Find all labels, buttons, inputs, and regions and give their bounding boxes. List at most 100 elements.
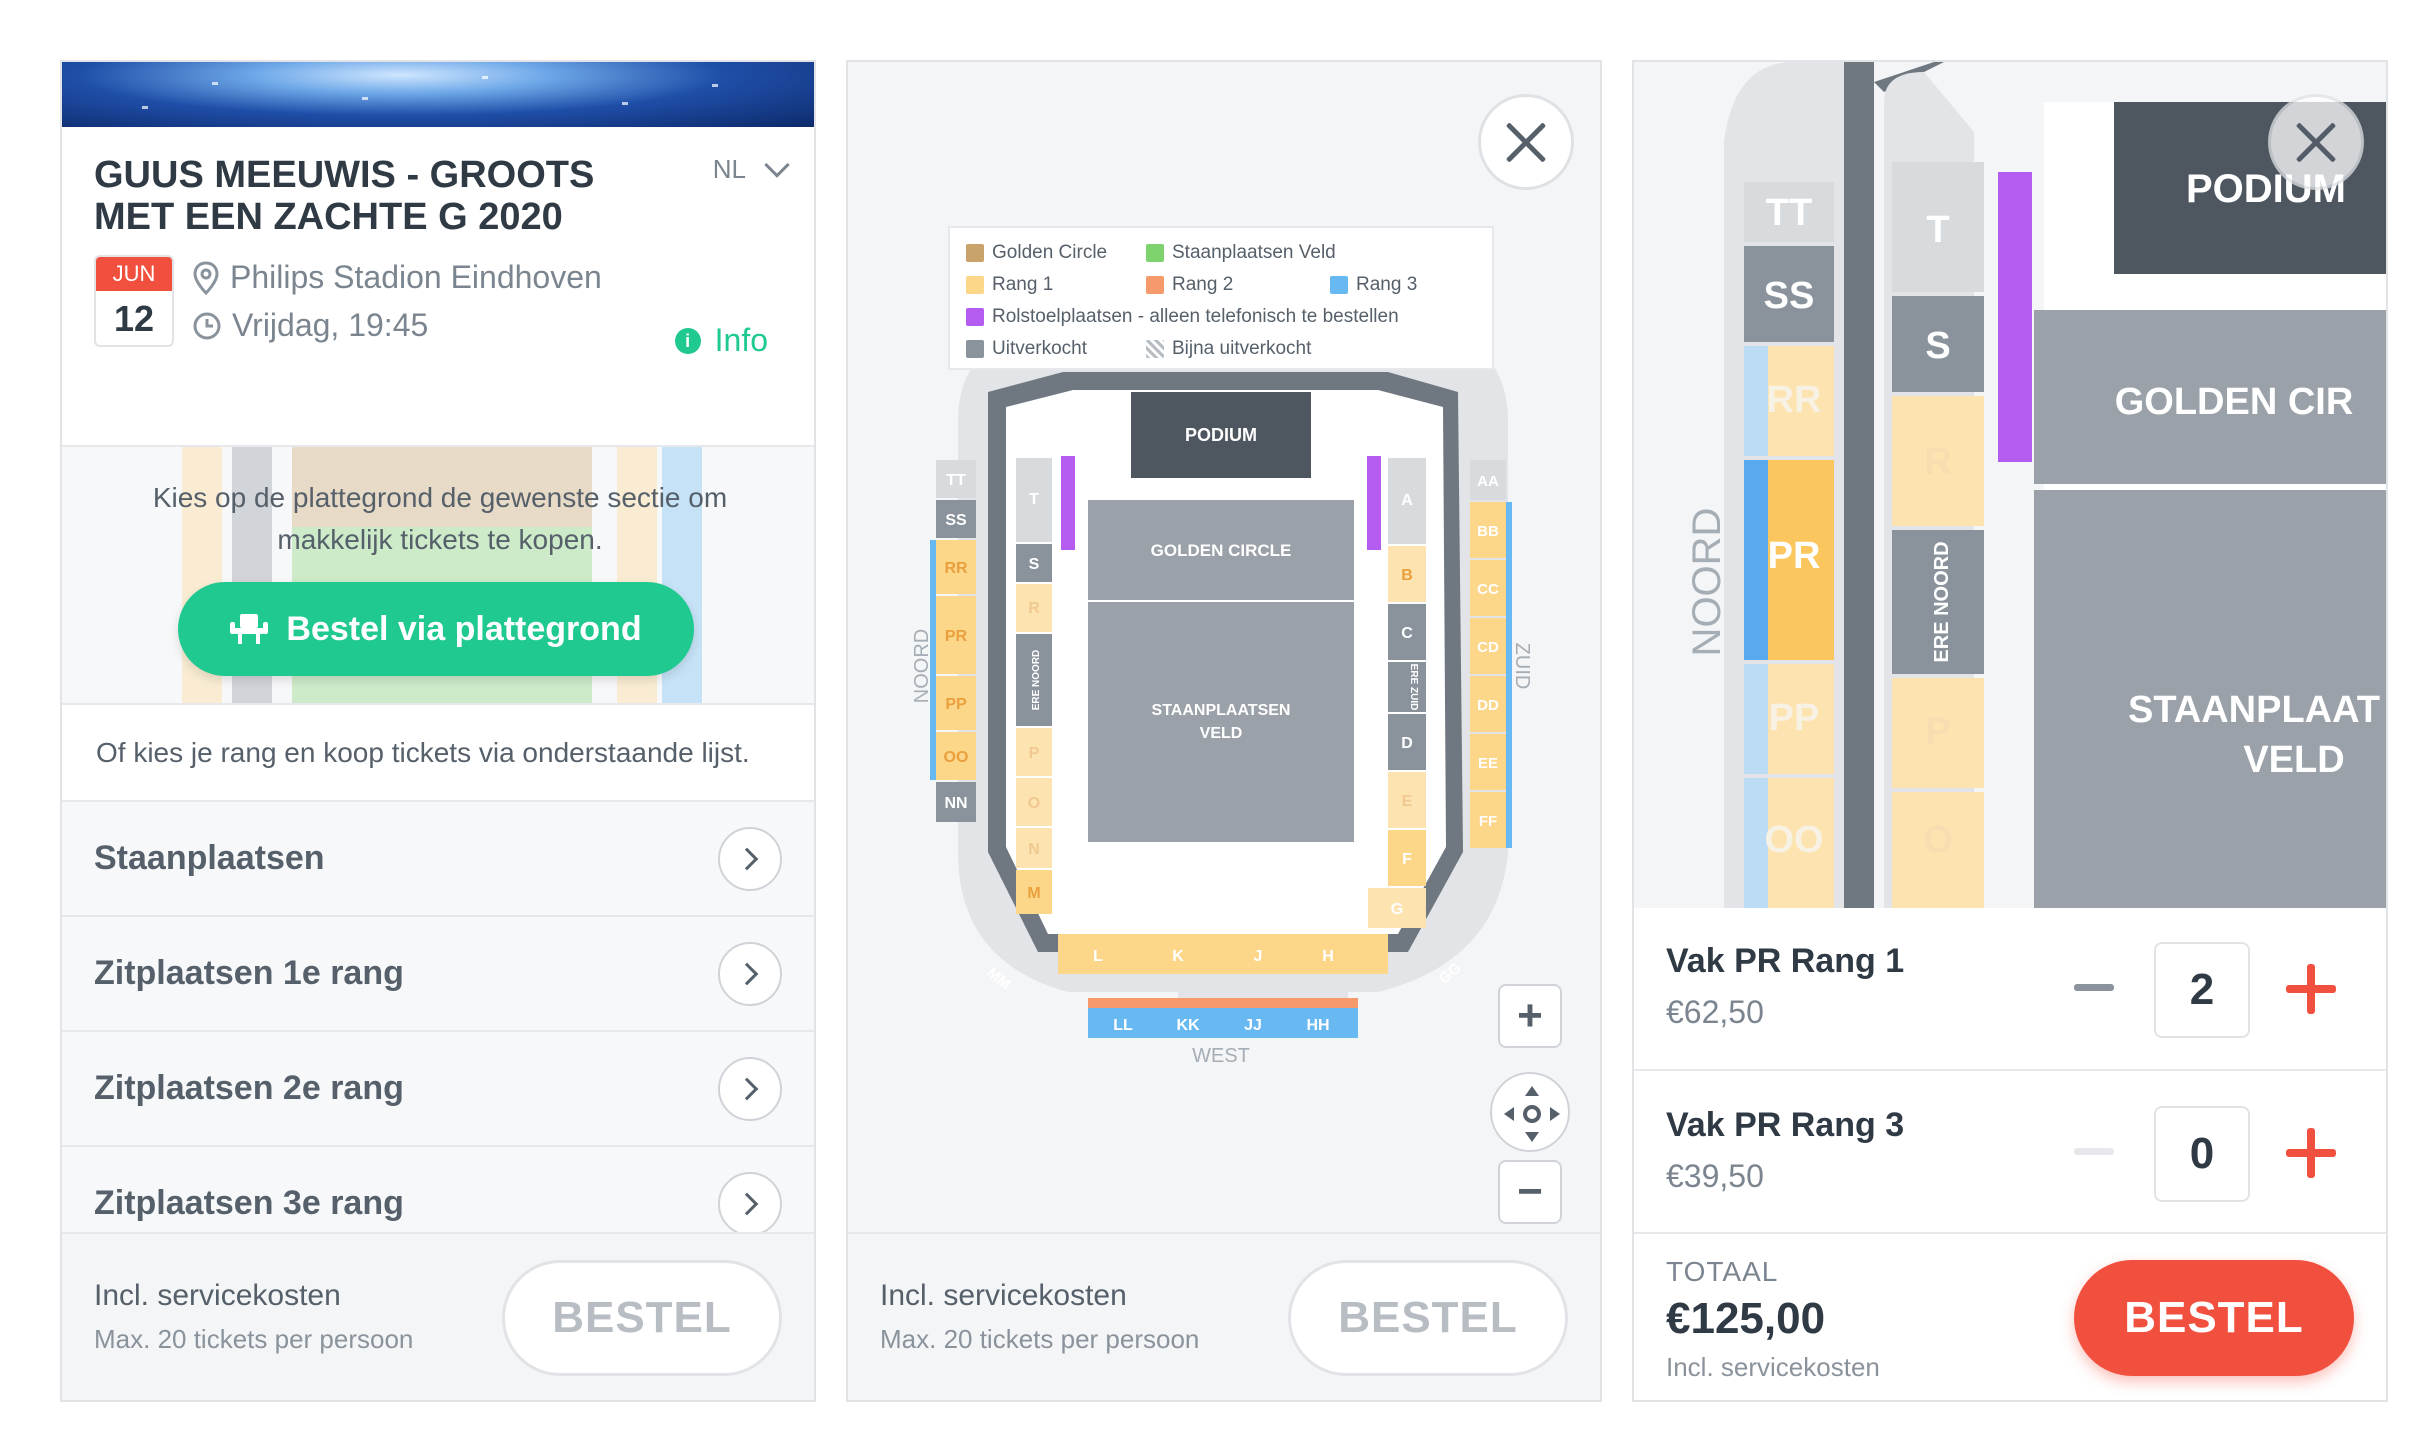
section-H: H [1322, 948, 1334, 965]
seat-icon [230, 614, 269, 644]
order-via-map-label: Bestel via plattegrond [286, 609, 642, 648]
category-row-rang2[interactable]: Zitplaatsen 2e rang [62, 1032, 814, 1147]
close-map-button[interactable] [1478, 94, 1574, 190]
zoomed-map[interactable]: TT SS RR PR PP OO T S R ERE NOORD P O PO… [1634, 62, 2386, 908]
map-preview[interactable]: Kies op de plattegrond de gewenste secti… [62, 447, 814, 705]
section-B: B [1401, 567, 1413, 584]
section-SS: SS [1764, 275, 1815, 317]
section-OO: OO [1764, 819, 1823, 861]
plus-icon[interactable] [2286, 1128, 2336, 1178]
west-outer-sections[interactable]: LL KK JJ HH [1088, 998, 1358, 1038]
order-footer: Incl. servicekosten Max. 20 tickets per … [62, 1232, 814, 1400]
section-R: R [1028, 600, 1040, 617]
zoom-out-button[interactable]: − [1498, 1160, 1562, 1224]
section-TT: TT [1766, 192, 1812, 234]
noord-label: NOORD [1685, 508, 1729, 657]
language-selector[interactable]: NL [712, 151, 790, 185]
quantity-value[interactable]: 0 [2154, 1106, 2250, 1202]
quantity-value[interactable]: 2 [2154, 942, 2250, 1038]
section-M: M [1027, 885, 1040, 902]
wheelchair-bar [1998, 172, 2032, 462]
order-button[interactable]: BESTEL [502, 1260, 782, 1376]
chevron-right-icon[interactable] [718, 1171, 782, 1236]
section-P: P [1925, 711, 1950, 753]
chevron-down-icon [764, 151, 790, 178]
west-label: WEST [1192, 1045, 1250, 1067]
category-label: Zitplaatsen 2e rang [94, 1069, 404, 1107]
section-D: D [1401, 735, 1413, 752]
section-A: A [1401, 492, 1413, 509]
wheelchair-bar-south [1367, 456, 1381, 550]
section-PR: PR [1768, 535, 1821, 577]
date-month: JUN [96, 257, 172, 291]
event-datetime: Vrijdag, 19:45 [232, 307, 429, 343]
west-inner-sections[interactable]: L K J H [1058, 934, 1388, 974]
section-C: C [1401, 625, 1413, 642]
category-row-staanplaatsen[interactable]: Staanplaatsen [62, 802, 814, 917]
section-E: E [1402, 793, 1413, 810]
minus-icon[interactable] [2074, 1148, 2114, 1155]
podium-label: PODIUM [1185, 425, 1257, 445]
section-O: O [1028, 795, 1040, 812]
chevron-right-icon[interactable] [718, 1056, 782, 1121]
north-outer-sections[interactable]: TT SS RR PR PP OO NN [930, 460, 976, 822]
north-inner-sections[interactable]: T S R ERE NOORD P O N M [1016, 458, 1052, 914]
veld-label-2: VELD [2243, 739, 2344, 781]
ticket-name: Vak PR Rang 3 [1666, 1106, 1905, 1144]
list-intro: Of kies je rang en koop tickets via onde… [62, 707, 814, 802]
legend-bijna-uitverkocht: Bijna uitverkocht [1172, 338, 1312, 359]
section-J: J [1254, 948, 1263, 965]
section-R: R [1924, 441, 1951, 483]
category-label: Zitplaatsen 3e rang [94, 1184, 404, 1222]
max-tickets-label: Max. 20 tickets per persoon [94, 1324, 414, 1354]
location-pin-icon [193, 260, 219, 295]
noord-label: NOORD [911, 629, 933, 703]
pan-control[interactable] [1490, 1072, 1570, 1152]
category-label: Staanplaatsen [94, 839, 325, 877]
minus-icon[interactable] [2074, 984, 2114, 991]
stadium-map-panel: PODIUM GOLDEN CIRCLE STAANPLAATSEN VELD … [846, 60, 1602, 1402]
section-L: L [1093, 948, 1103, 965]
max-tickets-label: Max. 20 tickets per persoon [880, 1324, 1200, 1354]
plus-icon[interactable] [2286, 964, 2336, 1014]
section-NN: NN [944, 795, 967, 812]
section-KK: KK [1176, 1017, 1200, 1034]
section-S: S [1925, 325, 1950, 367]
section-OO: OO [944, 749, 969, 766]
chevron-right-icon[interactable] [718, 826, 782, 891]
date-badge: JUN 12 [94, 255, 174, 347]
section-F: F [1402, 851, 1412, 868]
section-AA: AA [1477, 473, 1499, 490]
category-row-rang1[interactable]: Zitplaatsen 1e rang [62, 917, 814, 1032]
order-via-map-button[interactable]: Bestel via plattegrond [178, 582, 694, 676]
south-outer-sections[interactable]: AA BB CC CD DD EE FF [1470, 460, 1512, 848]
language-label: NL [712, 154, 746, 184]
event-panel: GUUS MEEUWIS - GROOTS MET EEN ZACHTE G 2… [60, 60, 816, 1402]
legend-rolstoel: Rolstoelplaatsen - alleen telefonisch te… [992, 306, 1399, 327]
ticket-price: €39,50 [1666, 1158, 1764, 1194]
chevron-right-icon[interactable] [718, 941, 782, 1006]
section-SS: SS [945, 512, 967, 529]
section-T: T [1029, 491, 1039, 508]
order-footer: Incl. servicekosten Max. 20 tickets per … [848, 1232, 1600, 1400]
order-footer: TOTAAL €125,00 Incl. servicekosten BESTE… [1634, 1232, 2386, 1400]
datetime-row: Vrijdag, 19:45 [192, 307, 428, 344]
veld-label-1: STAANPLAAT [2128, 689, 2380, 731]
section-TT: TT [946, 472, 966, 489]
zuid-label: ZUID [1511, 643, 1533, 690]
total-value: €125,00 [1666, 1294, 1826, 1343]
section-CC: CC [1477, 581, 1499, 598]
close-map-button[interactable] [2268, 94, 2364, 190]
ticket-selection-panel: TT SS RR PR PP OO T S R ERE NOORD P O PO… [1632, 60, 2388, 1402]
section-S: S [1029, 556, 1040, 573]
section-HH: HH [1306, 1017, 1329, 1034]
order-button[interactable]: BESTEL [1288, 1260, 1568, 1376]
section-RR: RR [1767, 379, 1822, 421]
total-label: TOTAAL [1666, 1256, 1779, 1287]
stadium-map[interactable]: PODIUM GOLDEN CIRCLE STAANPLAATSEN VELD … [848, 62, 1600, 1122]
veld-label-1: STAANPLAATSEN [1152, 702, 1291, 719]
info-link[interactable]: i Info [674, 322, 768, 359]
order-button[interactable]: BESTEL [2074, 1260, 2354, 1376]
clock-icon [193, 312, 221, 339]
zoom-in-button[interactable]: + [1498, 984, 1562, 1048]
